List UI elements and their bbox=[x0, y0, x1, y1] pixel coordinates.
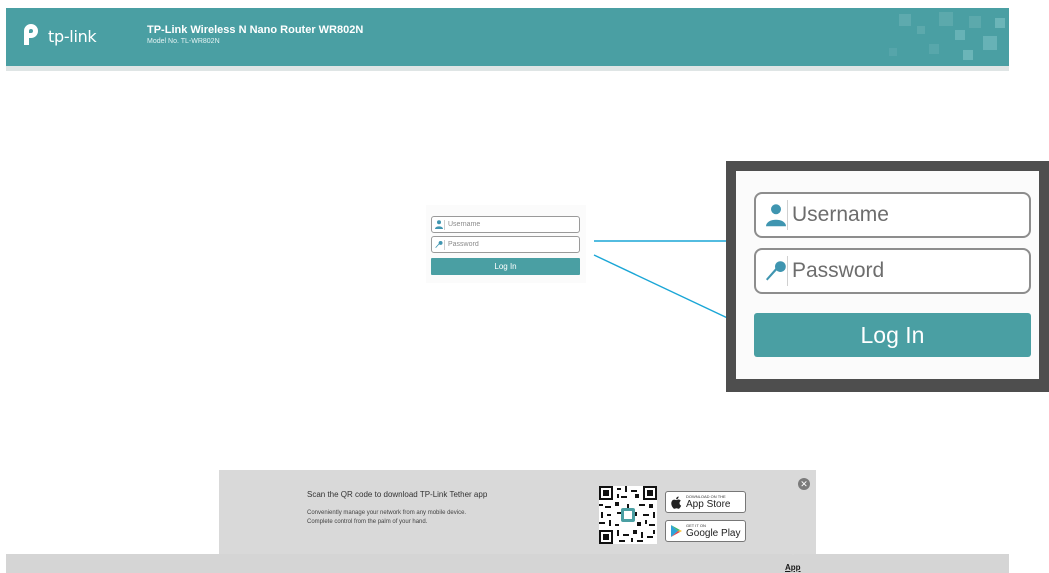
zoom-password-input[interactable] bbox=[792, 259, 1012, 283]
zoom-callout: Log In bbox=[726, 161, 1049, 392]
app-store-label: DOWNLOAD ON THE App Store bbox=[686, 494, 730, 510]
login-button[interactable]: Log In bbox=[431, 258, 580, 275]
login-form: Log In bbox=[426, 205, 586, 283]
zoom-user-icon bbox=[764, 200, 788, 230]
header-pattern bbox=[889, 12, 1005, 60]
footer-bar bbox=[6, 554, 1009, 573]
password-field[interactable] bbox=[431, 236, 580, 253]
header: tp-link TP-Link Wireless N Nano Router W… bbox=[6, 8, 1009, 66]
zoom-username-field[interactable] bbox=[754, 192, 1031, 238]
apple-icon bbox=[671, 496, 682, 509]
username-field[interactable] bbox=[431, 216, 580, 233]
key-icon bbox=[435, 239, 445, 250]
google-play-button[interactable]: GET IT ON Google Play bbox=[665, 520, 746, 542]
banner-description: Conveniently manage your network from an… bbox=[307, 509, 487, 527]
app-link[interactable]: App bbox=[785, 563, 801, 572]
product-name: TP-Link Wireless N Nano Router WR802N bbox=[147, 24, 364, 36]
tp-link-logo-icon bbox=[24, 24, 38, 45]
zoom-callout-inner: Log In bbox=[736, 171, 1039, 379]
banner-heading: Scan the QR code to download TP-Link Tet… bbox=[307, 490, 488, 499]
password-input[interactable] bbox=[448, 241, 568, 248]
app-store-big-text: App Store bbox=[686, 499, 731, 510]
zoom-login-button[interactable]: Log In bbox=[754, 313, 1031, 357]
qr-code bbox=[599, 486, 657, 544]
banner-pointer bbox=[785, 547, 801, 555]
zoom-password-field[interactable] bbox=[754, 248, 1031, 294]
app-store-button[interactable]: DOWNLOAD ON THE App Store bbox=[665, 491, 746, 513]
title-block: TP-Link Wireless N Nano Router WR802N Mo… bbox=[147, 24, 363, 45]
model-number: Model No. TL-WR802N bbox=[147, 38, 220, 45]
user-icon bbox=[435, 219, 445, 230]
banner-line-2: Complete control from the palm of your h… bbox=[307, 519, 428, 525]
google-play-big-text: Google Play bbox=[686, 528, 741, 539]
zoom-username-input[interactable] bbox=[792, 203, 1012, 227]
banner-text: Scan the QR code to download TP-Link Tet… bbox=[307, 490, 487, 527]
app-download-banner: Scan the QR code to download TP-Link Tet… bbox=[219, 470, 816, 554]
google-play-icon bbox=[671, 525, 682, 537]
zoom-key-icon bbox=[764, 256, 788, 286]
username-input[interactable] bbox=[448, 221, 568, 228]
banner-line-1: Conveniently manage your network from an… bbox=[307, 510, 467, 516]
logo-text: tp-link bbox=[48, 26, 97, 46]
google-play-label: GET IT ON Google Play bbox=[686, 523, 740, 539]
close-icon[interactable]: ✕ bbox=[798, 478, 810, 490]
header-divider bbox=[6, 66, 1009, 71]
tp-link-logo: tp-link bbox=[18, 22, 97, 50]
